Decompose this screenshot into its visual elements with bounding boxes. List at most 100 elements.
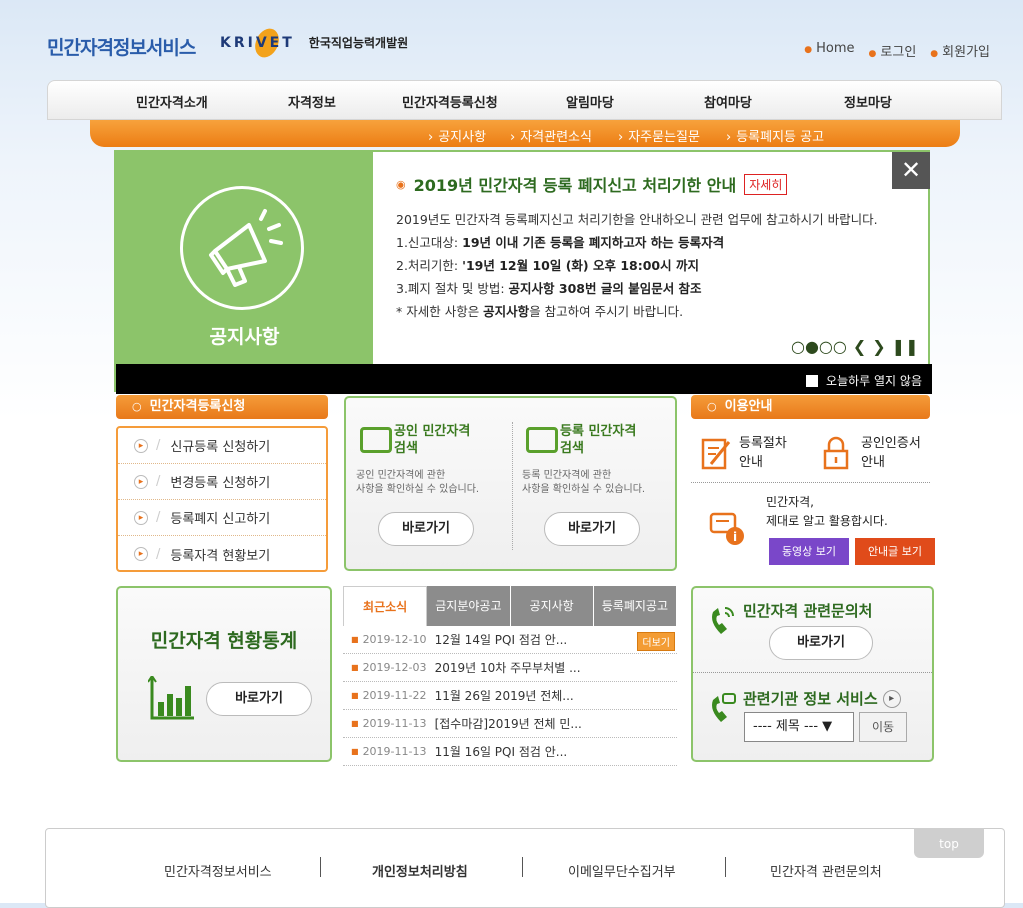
- next-arrow-icon[interactable]: ❯: [872, 337, 885, 356]
- registration-procedure-link[interactable]: 등록절차 안내: [739, 434, 787, 472]
- scroll-top-button[interactable]: top: [914, 828, 984, 858]
- more-button[interactable]: 더보기: [637, 632, 675, 651]
- bar-chart-icon: [148, 676, 194, 720]
- circle-bullet-icon: ○: [707, 400, 717, 413]
- registered-search-desc: 등록 민간자격에 관한 사항을 확인하실 수 있습니다.: [522, 470, 646, 495]
- arrow-circle-icon: ▸: [134, 547, 148, 561]
- news-row[interactable]: ■ 2019-11-13 [접수마감]2019년 전체 민...: [343, 710, 677, 738]
- apply-item-new[interactable]: ▸ / 신규등록 신청하기: [118, 428, 326, 464]
- popup-left-label: 공지사항: [209, 326, 280, 348]
- org-service-title: 관련기관 정보 서비스 ▸: [743, 688, 901, 709]
- subnav-item-notice[interactable]: 공지사항: [428, 126, 486, 145]
- popup-footer-bar: 오늘하루 열지 않음: [116, 364, 932, 394]
- popup-left-panel: 공지사항: [116, 152, 373, 364]
- tab-notices[interactable]: 공지사항: [510, 586, 594, 626]
- apply-item-change[interactable]: ▸ / 변경등록 신청하기: [118, 464, 326, 500]
- org-select[interactable]: ---- 제목 --- ▼: [744, 712, 854, 742]
- apply-item-status[interactable]: ▸ / 등록자격 현황보기: [118, 536, 326, 572]
- popup-title: ◉ 2019년 민간자격 등록 폐지신고 처리기한 안내 자세히: [396, 172, 788, 196]
- chat-info-icon: i: [709, 512, 744, 545]
- close-icon[interactable]: ✕: [892, 152, 930, 189]
- site-logo[interactable]: 민간자격정보서비스: [47, 33, 196, 60]
- home-link[interactable]: ● Home: [804, 41, 854, 60]
- krivet-logo[interactable]: KRIVET 한국직업능력개발원: [220, 24, 409, 62]
- org-go-button[interactable]: 이동: [859, 712, 907, 742]
- slider-controls: ○●○○ ❮ ❯ ❚❚: [791, 337, 918, 356]
- registered-search-go-button[interactable]: 바로가기: [544, 512, 640, 546]
- nav-item-intro[interactable]: 민간자격소개: [136, 92, 208, 111]
- nav-item-register[interactable]: 민간자격등록신청: [402, 92, 498, 111]
- arrow-circle-icon: ▸: [134, 438, 148, 453]
- nav-item-qualification-info[interactable]: 자격정보: [288, 92, 336, 111]
- registered-search-column: 등록 민간자격 검색 등록 민간자격에 관한 사항을 확인하실 수 있습니다.: [512, 423, 662, 497]
- tab-recent-news[interactable]: 최근소식: [343, 586, 428, 626]
- guide-box: 등록절차 안내 공인인증서 안내 i 민간자격, 제대로 알고 활용합시다. 동영상 …: [691, 420, 935, 570]
- prev-arrow-icon[interactable]: ❮: [853, 337, 866, 356]
- news-row[interactable]: ■ 2019-12-10 12월 14일 PQI 점검 안... 더보기: [343, 626, 677, 654]
- apply-item-abolish[interactable]: ▸ / 등록폐지 신고하기: [118, 500, 326, 536]
- inquiry-go-button[interactable]: 바로가기: [769, 626, 873, 660]
- popup-line-1: 1.신고대상: 19년 이내 기존 등록을 폐지하고자 하는 등록자격: [396, 235, 725, 250]
- certified-search-column: 공인 민간자격 검색 공인 민간자격에 관한 사항을 확인하실 수 있습니다.: [346, 423, 496, 497]
- popup-intro: 2019년도 민간자격 등록폐지신고 처리기한을 안내하오니 관련 업무에 참고…: [396, 212, 878, 227]
- subnav-item-faq[interactable]: 자주묻는질문: [618, 126, 700, 145]
- phone-icon: [712, 607, 734, 634]
- hide-today-checkbox[interactable]: 오늘하루 열지 않음: [806, 372, 922, 389]
- search-folder-icon: [360, 427, 392, 453]
- krivet-org-name: 한국직업능력개발원: [308, 36, 409, 50]
- divider: [522, 857, 523, 877]
- nav-item-notices[interactable]: 알림마당: [566, 92, 614, 111]
- guide-box-header: ○ 이용안내: [691, 395, 930, 419]
- slider-dots[interactable]: ○●○○: [791, 337, 847, 356]
- footer-link-service[interactable]: 민간자격정보서비스: [164, 861, 272, 880]
- stats-title: 민간자격 현황통계: [150, 630, 298, 652]
- popup-title-text: 2019년 민간자격 등록 폐지신고 처리기한 안내: [413, 176, 737, 195]
- footer-link-email-refusal[interactable]: 이메일무단수집거부: [568, 861, 676, 880]
- footer: 민간자격정보서비스 개인정보처리방침 이메일무단수집거부 민간자격 관련문의처: [45, 828, 1005, 908]
- apply-list: ▸ / 신규등록 신청하기 ▸ / 변경등록 신청하기 ▸ / 등록폐지 신고하기 ▸ / 등록…: [116, 426, 328, 572]
- svg-text:i: i: [733, 530, 737, 544]
- pause-icon[interactable]: ❚❚: [892, 337, 919, 356]
- certified-search-title: 공인 민간자격 검색: [394, 424, 471, 456]
- phone-chat-icon: [712, 693, 736, 722]
- subnav-item-news[interactable]: 자격관련소식: [510, 126, 592, 145]
- main-nav: 민간자격소개 자격정보 민간자격등록신청 알림마당 참여마당 정보마당: [47, 80, 1002, 120]
- subnav-item-abolition[interactable]: 등록폐지등 공고: [726, 126, 824, 145]
- search-folder-icon: [526, 427, 558, 453]
- qualification-search-box: 공인 민간자격 검색 공인 민간자격에 관한 사항을 확인하실 수 있습니다. 바로…: [344, 396, 677, 571]
- nav-item-participation[interactable]: 참여마당: [704, 92, 752, 111]
- popup-body: 2019년도 민간자격 등록폐지신고 처리기한을 안내하오니 관련 업무에 참고…: [396, 208, 906, 323]
- inquiry-box: 민간자격 관련문의처 바로가기 관련기관 정보 서비스 ▸ ---- 제목 --…: [691, 586, 934, 762]
- footer-link-privacy[interactable]: 개인정보처리방침: [372, 861, 468, 880]
- footer-link-inquiry[interactable]: 민간자격 관련문의처: [770, 861, 882, 880]
- signup-link[interactable]: ● 회원가입: [930, 41, 990, 60]
- document-pencil-icon: [701, 438, 731, 470]
- video-button[interactable]: 동영상 보기: [769, 538, 849, 565]
- stats-go-button[interactable]: 바로가기: [206, 682, 312, 716]
- circle-bullet-icon: ○: [132, 400, 142, 413]
- certified-search-desc: 공인 민간자격에 관한 사항을 확인하실 수 있습니다.: [356, 470, 480, 495]
- apply-box-header: ○ 민간자격등록신청: [116, 395, 328, 419]
- notice-popup: 공지사항 ◉ 2019년 민간자격 등록 폐지신고 처리기한 안내 자세히 20…: [114, 150, 932, 394]
- registered-search-title: 등록 민간자격 검색: [560, 424, 637, 456]
- expand-icon[interactable]: ▸: [882, 689, 901, 708]
- news-row[interactable]: ■ 2019-11-13 11월 16일 PQI 점검 안...: [343, 738, 677, 766]
- tab-prohibited-fields[interactable]: 금지분야공고: [427, 586, 511, 626]
- checkbox-icon[interactable]: [806, 374, 819, 387]
- detail-button[interactable]: 자세히: [744, 173, 788, 195]
- news-tabs: 최근소식 금지분야공고 공지사항 등록폐지공고: [343, 586, 677, 626]
- inquiry-title: 민간자격 관련문의처: [743, 602, 873, 620]
- popup-line-4: * 자세한 사항은 공지사항을 참고하여 주시기 바랍니다.: [396, 304, 684, 319]
- certified-search-go-button[interactable]: 바로가기: [378, 512, 474, 546]
- popup-line-3: 3.폐지 절차 및 방법: 공지사항 308번 글의 붙임문서 참조: [396, 281, 702, 296]
- news-row[interactable]: ■ 2019-12-03 2019년 10차 주무부처별 ...: [343, 654, 677, 682]
- guide-text-button[interactable]: 안내글 보기: [855, 538, 935, 565]
- nav-item-info[interactable]: 정보마당: [844, 92, 892, 111]
- certificate-guide-link[interactable]: 공인인증서 안내: [861, 434, 921, 472]
- sub-nav: 공지사항 자격관련소식 자주묻는질문 등록폐지등 공고: [90, 120, 960, 147]
- login-link[interactable]: ● 로그인: [869, 41, 917, 60]
- popup-line-2: 2.처리기한: '19년 12월 10일 (화) 오후 18:00시 까지: [396, 258, 699, 273]
- tab-abolition[interactable]: 등록폐지공고: [593, 586, 677, 626]
- news-row[interactable]: ■ 2019-11-22 11월 26일 2019년 전체...: [343, 682, 677, 710]
- top-links: ● Home ● 로그인 ● 회원가입: [804, 41, 990, 60]
